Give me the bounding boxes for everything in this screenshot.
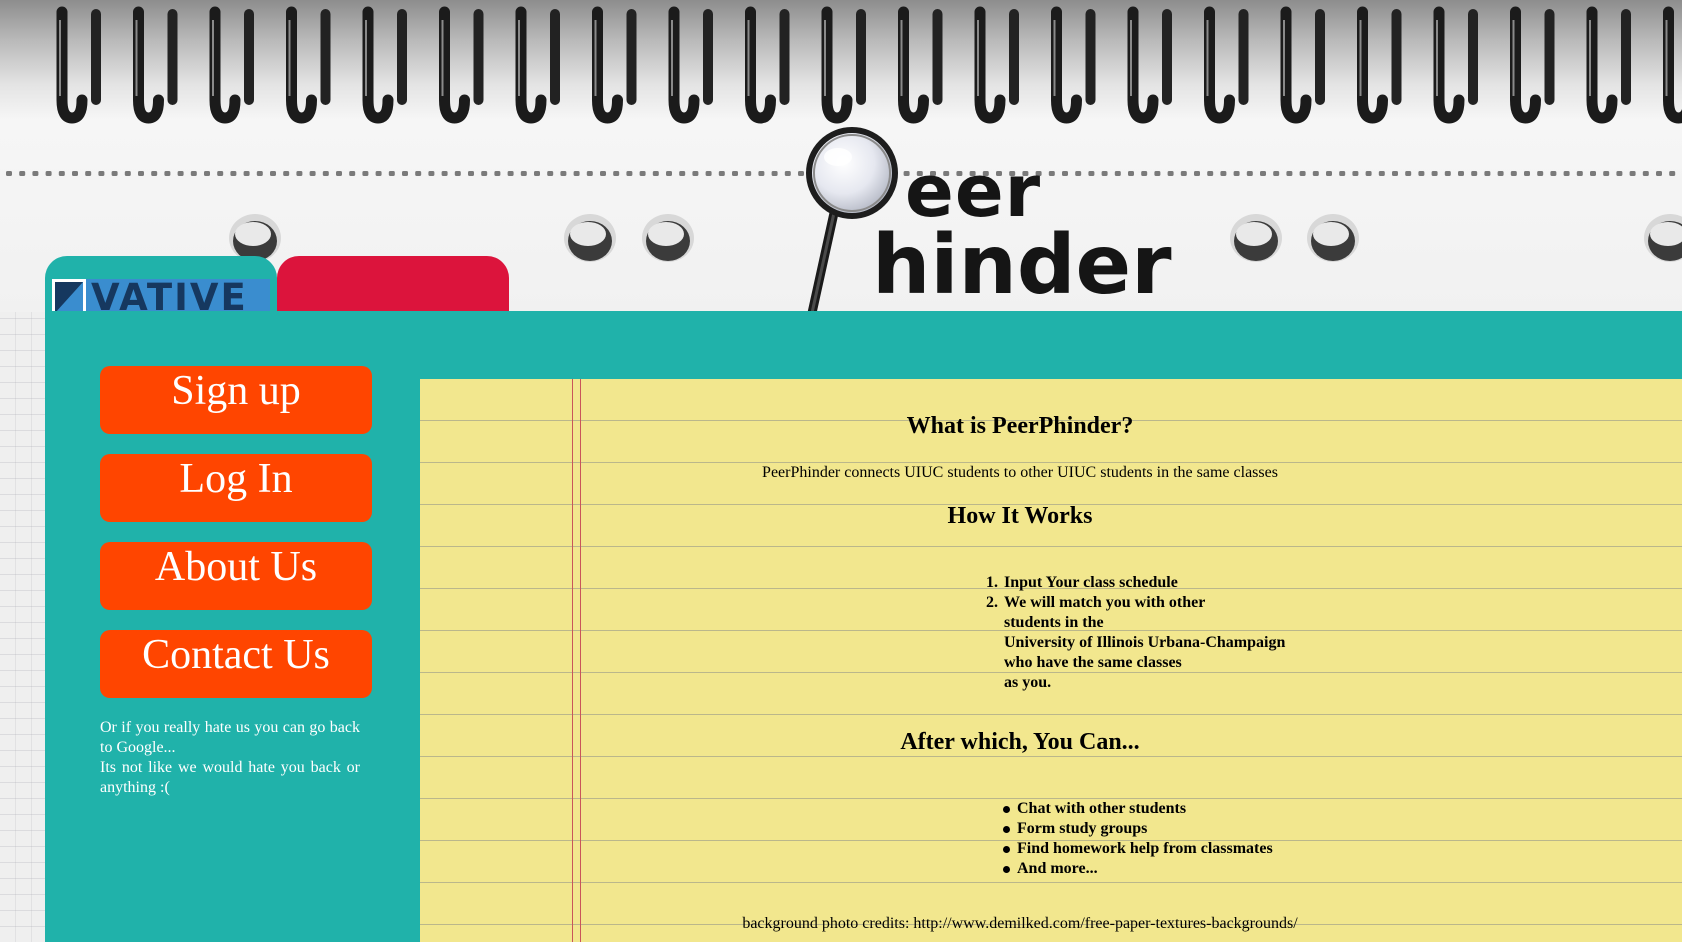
step-item: 2. We will match you with other students…	[986, 593, 1286, 693]
feature-item: Form study groups	[1003, 819, 1273, 839]
feature-text: And more...	[1017, 860, 1098, 877]
step-text: as you.	[1004, 674, 1052, 691]
folder-tab-red[interactable]	[277, 256, 509, 312]
about-us-button[interactable]: About Us	[100, 542, 372, 610]
what-is-text: PeerPhinder connects UIUC students to ot…	[762, 464, 1278, 481]
bullet-icon	[1003, 826, 1010, 833]
after-which-heading: After which, You Can...	[900, 729, 1140, 755]
feature-text: Chat with other students	[1017, 800, 1187, 817]
logo-text-bottom: hinder	[872, 218, 1172, 312]
content-pad: What is PeerPhinder? PeerPhinder connect…	[420, 379, 1682, 942]
pad-margin-line	[572, 379, 573, 942]
step-text: University of Illinois Urbana-Champaign	[1004, 634, 1286, 651]
features-list: Chat with other students Form study grou…	[1003, 799, 1273, 879]
what-is-heading: What is PeerPhinder?	[906, 413, 1134, 439]
sidebar-note-line-1: Or if you really hate us you can go back…	[100, 719, 360, 756]
how-it-works-heading: How It Works	[947, 503, 1093, 529]
step-number: 2.	[986, 594, 998, 611]
sidebar-note: Or if you really hate us you can go back…	[100, 718, 360, 798]
bullet-icon	[1003, 846, 1010, 853]
peerphinder-logo[interactable]: eer hinder	[800, 125, 1172, 312]
bullet-icon	[1003, 806, 1010, 813]
step-text: Input Your class schedule	[1004, 574, 1178, 591]
signup-button[interactable]: Sign up	[100, 366, 372, 434]
step-text: who have the same classes	[1004, 654, 1182, 671]
photo-credits: background photo credits: http://www.dem…	[742, 915, 1298, 932]
sidebar-note-line-2: Its not like we would hate you back or a…	[100, 759, 360, 796]
sidebar: Sign up Log In About Us Contact Us Or if…	[100, 366, 372, 798]
logo-text-top: eer	[905, 149, 1042, 233]
step-text: We will match you with other	[1004, 594, 1206, 611]
feature-text: Find homework help from classmates	[1017, 840, 1273, 857]
login-button[interactable]: Log In	[100, 454, 372, 522]
step-item: 1. Input Your class schedule	[986, 573, 1285, 593]
step-number: 1.	[986, 574, 998, 591]
bullet-icon	[1003, 866, 1010, 873]
feature-item: And more...	[1003, 859, 1273, 879]
feature-text: Form study groups	[1017, 820, 1148, 837]
step-text: students in the	[1004, 614, 1104, 631]
feature-item: Find homework help from classmates	[1003, 839, 1273, 859]
spiral-binding	[56, 6, 1682, 124]
pad-margin-line	[580, 379, 581, 942]
steps-list: 1. Input Your class schedule 2. We will …	[986, 573, 1286, 693]
contact-us-button[interactable]: Contact Us	[100, 630, 372, 698]
feature-item: Chat with other students	[1003, 799, 1273, 819]
